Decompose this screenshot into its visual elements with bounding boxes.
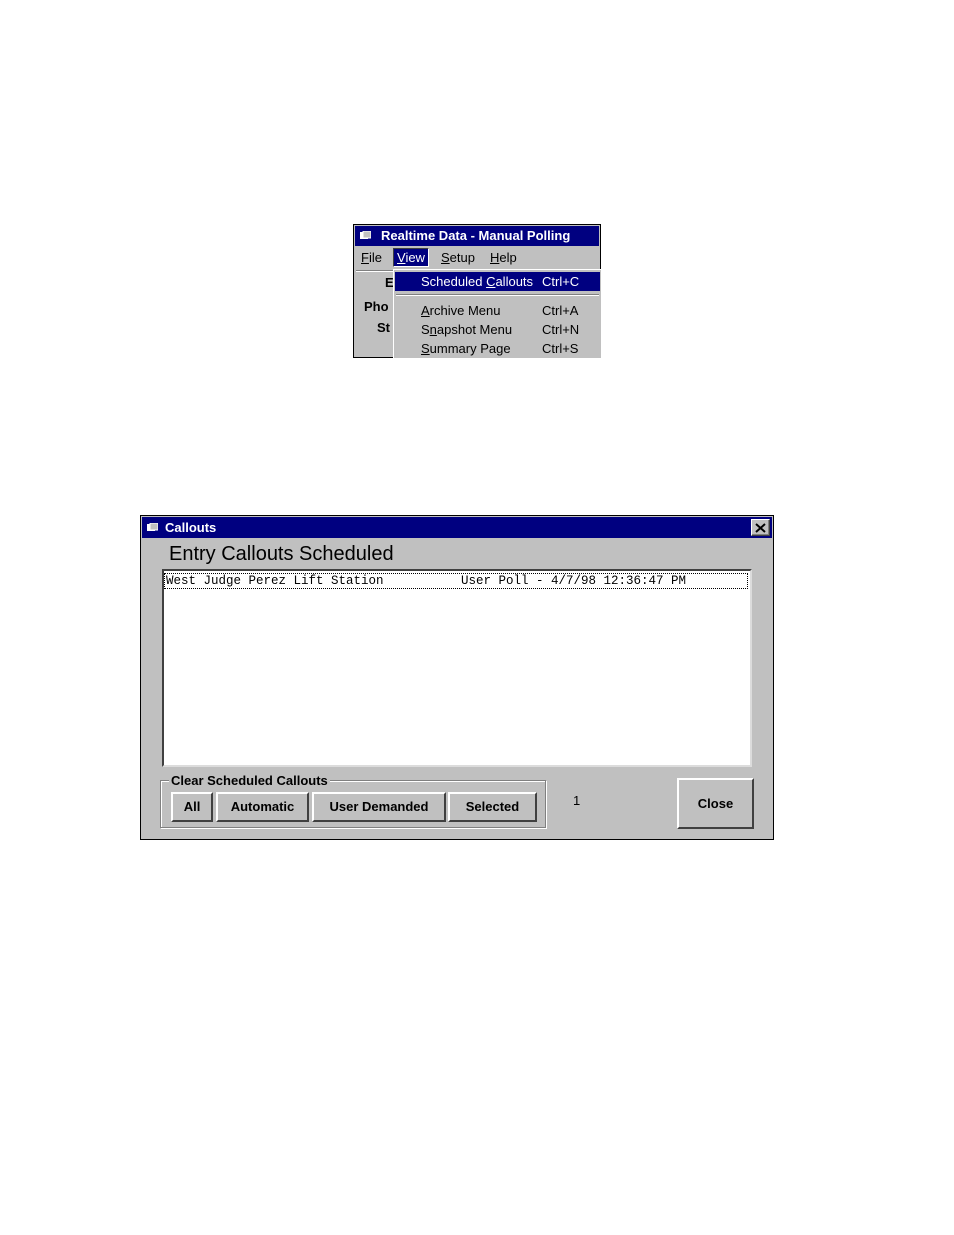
view-dropdown-menu: Scheduled Callouts Ctrl+C Archive Menu C… [393,269,601,358]
menu-file[interactable]: File [361,250,382,265]
app-icon [147,523,158,531]
menu-item-summary-page-label: Summary Page [421,341,511,356]
behind-form-separator [356,270,394,272]
behind-fragment-st: St [377,320,390,335]
list-item-info: User Poll - 4/7/98 12:36:47 PM [461,574,687,588]
close-window-button[interactable] [751,519,770,536]
callouts-listbox[interactable]: West Judge Perez Lift Station User Poll … [162,569,752,767]
menu-separator [396,294,599,296]
close-icon [755,523,766,533]
realtime-data-titlebar[interactable]: Realtime Data - Manual Polling [355,226,599,246]
callouts-window: Callouts Entry Callouts Scheduled West J… [140,515,774,840]
menu-item-archive-menu[interactable]: Archive Menu Ctrl+A [395,301,600,320]
menu-item-scheduled-callouts-label: Scheduled Callouts [421,274,534,289]
clear-callouts-group-label: Clear Scheduled Callouts [169,773,330,788]
menu-item-archive-menu-shortcut: Ctrl+A [542,303,579,318]
clear-user-demanded-button[interactable]: User Demanded [312,792,446,822]
menu-item-archive-menu-label: Archive Menu [421,303,501,318]
clear-selected-button[interactable]: Selected [448,792,537,822]
callouts-title: Callouts [165,520,217,535]
callouts-titlebar[interactable]: Callouts [142,517,772,538]
menu-item-scheduled-callouts[interactable]: Scheduled Callouts Ctrl+C [395,272,600,291]
menu-item-snapshot-menu[interactable]: Snapshot Menu Ctrl+N [395,320,600,339]
menu-item-summary-page[interactable]: Summary Page Ctrl+S [395,339,600,358]
menubar: File View Setup Help [355,247,599,269]
menu-item-summary-page-shortcut: Ctrl+S [542,341,579,356]
list-item-station: West Judge Perez Lift Station [166,574,384,588]
realtime-data-window: Realtime Data - Manual Polling File View… [353,224,601,358]
clear-all-button[interactable]: All [171,792,213,822]
callouts-count: 1 [573,793,581,808]
callouts-heading: Entry Callouts Scheduled [169,543,394,565]
menu-setup[interactable]: Setup [441,250,475,265]
list-item[interactable]: West Judge Perez Lift Station User Poll … [164,573,748,589]
realtime-data-title: Realtime Data - Manual Polling [381,228,571,243]
menu-item-snapshot-menu-label: Snapshot Menu [421,322,513,337]
close-button[interactable]: Close [677,778,754,829]
menu-view[interactable]: View [393,248,429,267]
menu-item-scheduled-callouts-shortcut: Ctrl+C [542,274,580,289]
behind-fragment-pho: Pho [364,299,389,314]
menu-help[interactable]: Help [490,250,517,265]
menu-item-snapshot-menu-shortcut: Ctrl+N [542,322,580,337]
app-icon [360,231,371,239]
clear-automatic-button[interactable]: Automatic [216,792,309,822]
